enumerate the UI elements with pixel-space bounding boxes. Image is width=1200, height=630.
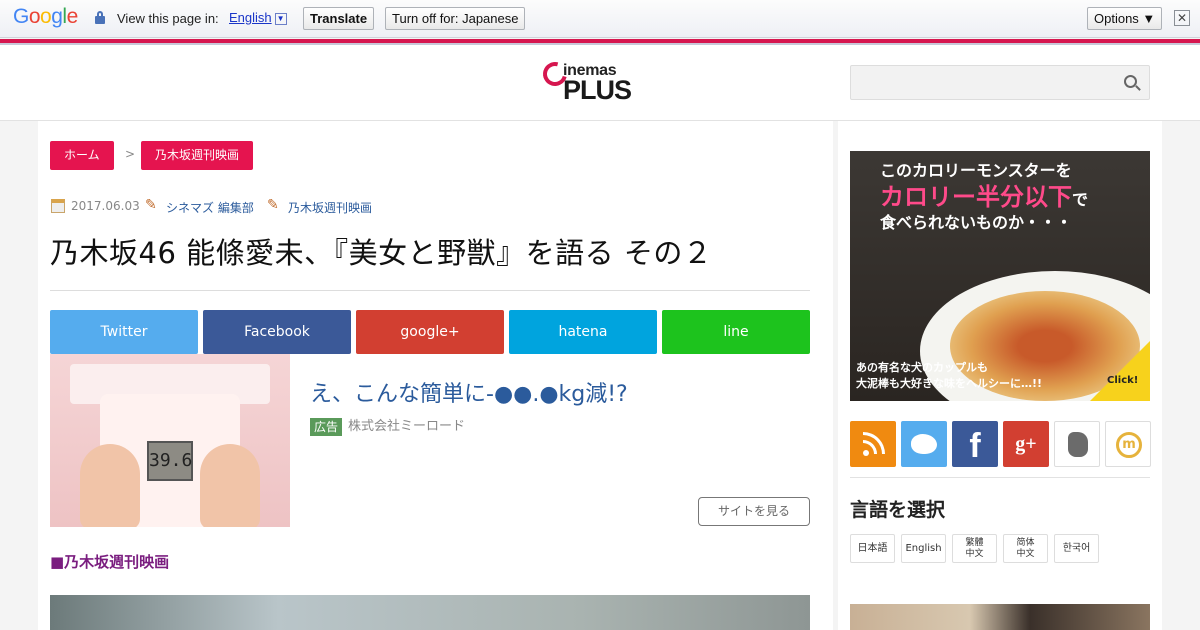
google-plus-icon[interactable]: g+ [1003,421,1049,467]
foot-left [80,444,140,527]
banner-highlight: カロリー半分以下 [880,183,1072,211]
lang-japanese-button[interactable]: 日本語 [850,534,895,563]
share-hatena-button[interactable]: hatena [509,310,657,354]
banner-line-3: 食べられないものか・・・ [880,213,1073,232]
lang-english-button[interactable]: English [901,534,946,563]
translate-bar: Google View this page in: English ▼ Trans… [0,0,1200,38]
section-heading: ■乃木坂週刊映画 [50,553,170,571]
banner-click-label: Click! [1107,375,1139,386]
banner-line-5: 大泥棒も大好きな味をヘルシーに…!! [856,377,1043,390]
mixi-glyph: m [1116,432,1142,458]
ad-sponsor: 株式会社ミーロード [348,419,466,434]
language-value: English [229,10,272,25]
search-input[interactable] [851,66,1111,99]
article-image [50,595,810,630]
search-icon[interactable] [1124,75,1137,88]
divider [850,477,1150,478]
twitter-icon[interactable] [901,421,947,467]
share-google-button[interactable]: google+ [356,310,504,354]
rss-arc [863,432,885,454]
lang-label-line2: 中文 [1016,549,1035,559]
view-page-label: View this page in: [117,11,219,26]
breadcrumb-separator: > [125,147,136,161]
language-select[interactable]: English ▼ [229,10,287,25]
ad-image[interactable]: 39.6 [50,354,290,527]
site-logo[interactable]: inemas PLUS [538,57,643,109]
banner-suffix: で [1072,190,1089,209]
pencil-icon: ✎ [267,197,279,213]
calendar-icon [51,199,65,213]
search-box [850,65,1150,100]
rss-icon[interactable] [850,421,896,467]
options-button[interactable]: Options ▼ [1087,7,1163,30]
translate-button[interactable]: Translate [303,7,375,30]
lock-icon [95,11,105,24]
banner-corner [1090,341,1150,401]
lang-traditional-chinese-button[interactable]: 繁體 中文 [952,534,997,563]
divider [50,290,810,291]
lang-korean-button[interactable]: 한국어 [1054,534,1099,563]
mixi-icon[interactable]: m [1105,421,1151,467]
lang-simplified-chinese-button[interactable]: 简体 中文 [1003,534,1048,563]
site-header: inemas PLUS [0,45,1200,121]
evernote-elephant [1068,432,1088,457]
google-logo: Google [13,5,78,28]
sidebar-image[interactable] [850,604,1150,630]
share-twitter-button[interactable]: Twitter [50,310,198,354]
visit-site-button[interactable]: サイトを見る [698,497,810,526]
category-link[interactable]: 乃木坂週刊映画 [288,199,372,216]
twitter-bird [911,434,937,454]
language-heading: 言語を選択 [850,499,946,521]
evernote-icon[interactable] [1054,421,1100,467]
breadcrumb-category[interactable]: 乃木坂週刊映画 [141,141,254,170]
page-title: 乃木坂46 能條愛未、『美女と野獣』を語る その２ [50,236,713,270]
turn-off-button[interactable]: Turn off for: Japanese [385,7,526,30]
ad-badge: 広告 [310,418,343,436]
pencil-icon: ✎ [145,197,157,213]
post-date: 2017.06.03 [71,199,140,213]
share-line-button[interactable]: line [662,310,810,354]
banner-line-4: あの有名な犬のカップルも [856,361,988,374]
sidebar-banner-ad[interactable]: このカロリーモンスターを カロリー半分以下で 食べられないものか・・・ あの有名… [850,151,1150,401]
close-icon[interactable]: ✕ [1174,10,1190,26]
breadcrumb-home[interactable]: ホーム [50,141,114,170]
dropdown-arrow-icon: ▼ [274,12,287,25]
foot-right [200,444,260,527]
ad-title-link[interactable]: え、こんな簡単に-●●.●kg減!? [310,376,628,408]
scale-lcd: 39.6 [147,441,193,481]
author-link[interactable]: シネマズ 編集部 [166,199,254,216]
banner-line-2: カロリー半分以下で [880,177,1088,212]
lang-label-line1: 简体 [1016,538,1035,548]
share-facebook-button[interactable]: Facebook [203,310,351,354]
lang-label-line2: 中文 [965,549,984,559]
lang-label-line1: 繁體 [965,538,984,548]
facebook-icon[interactable]: f [952,421,998,467]
logo-text-bottom: PLUS [563,75,632,105]
